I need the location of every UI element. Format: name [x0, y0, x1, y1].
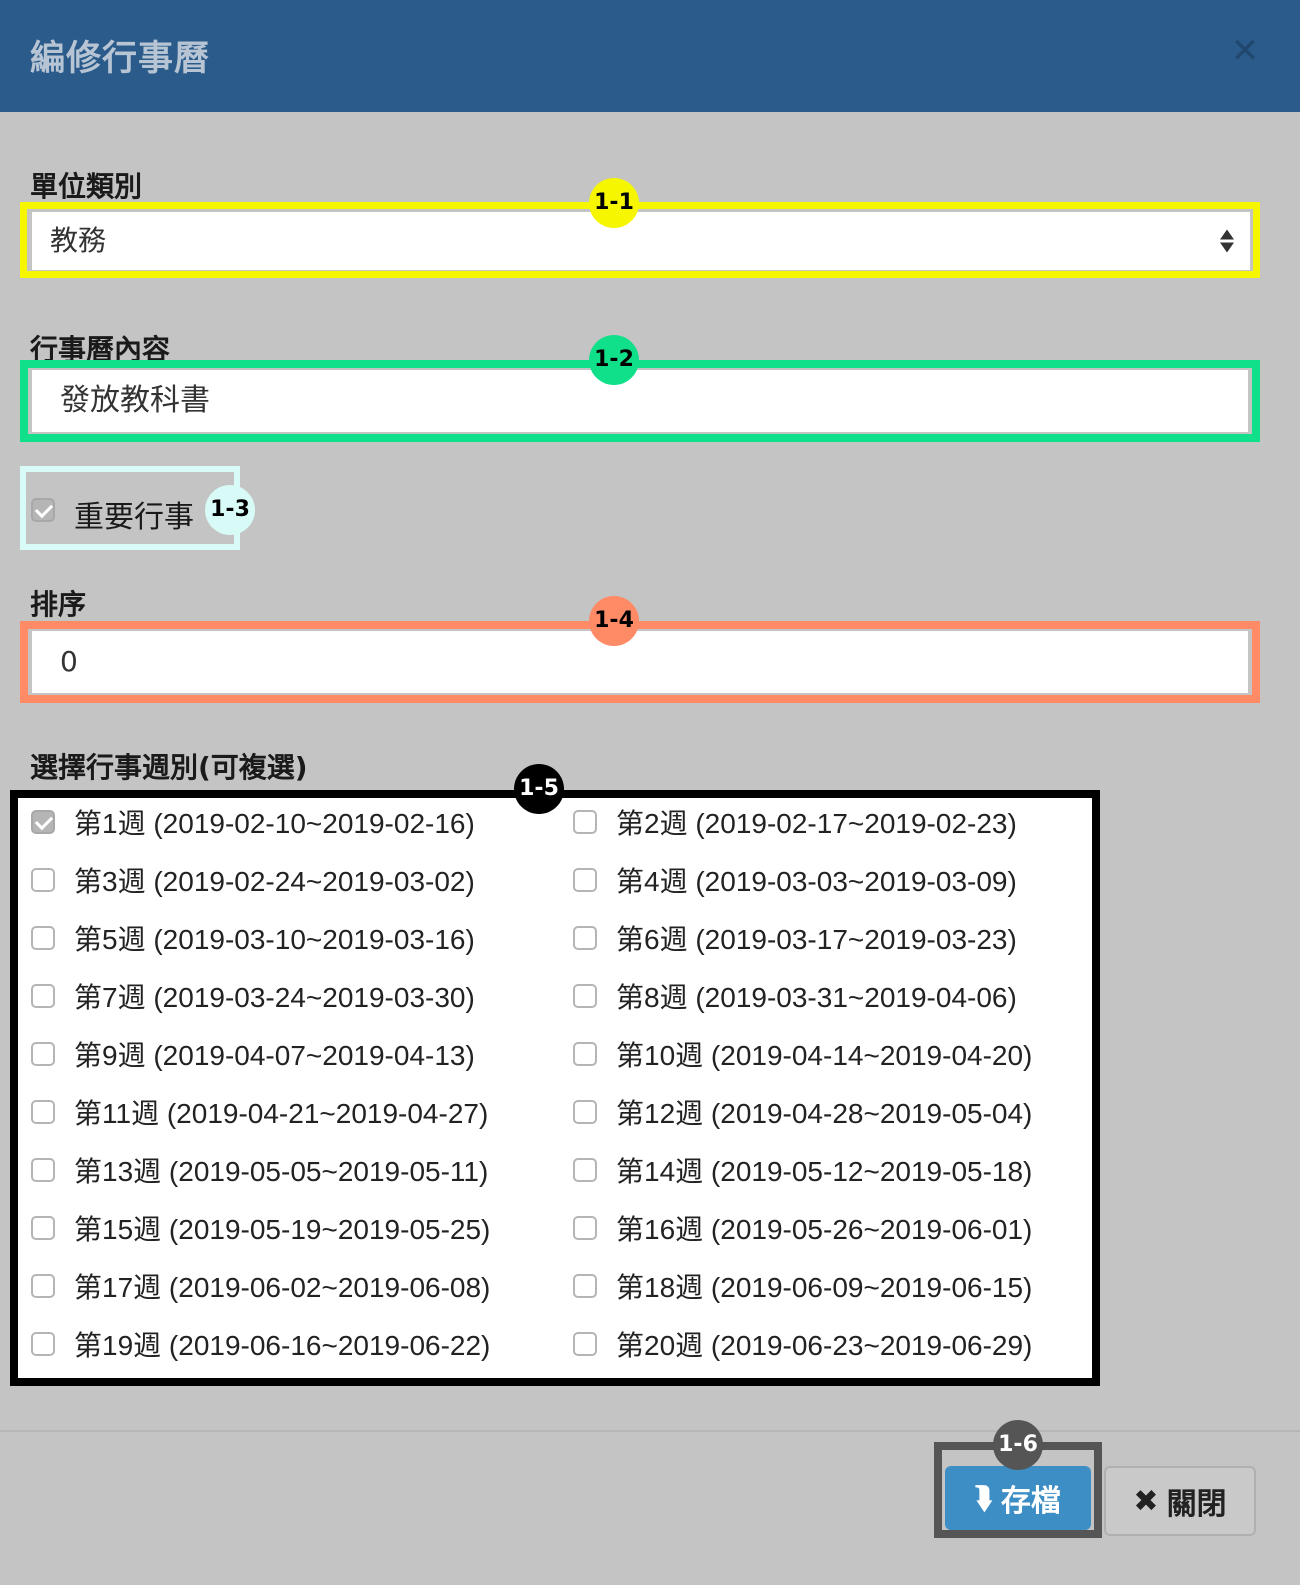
close-button[interactable]: ✖ 關閉: [1104, 1466, 1256, 1536]
annotation-badge-1-2: 1-2: [589, 335, 639, 385]
modal-header: 編修行事曆 ✕: [0, 0, 1300, 112]
week-checkbox[interactable]: [573, 1100, 597, 1124]
week-checkbox[interactable]: [573, 926, 597, 950]
important-label: 重要行事: [74, 500, 194, 535]
save-button[interactable]: ⮯ 存檔: [945, 1466, 1091, 1530]
week-label: 第20週 (2019-06-23~2019-06-29): [616, 1330, 1033, 1361]
close-icon[interactable]: ✕: [1230, 34, 1260, 68]
week-label: 第7週 (2019-03-24~2019-03-30): [74, 982, 475, 1013]
week-checkbox[interactable]: [31, 1216, 55, 1240]
week-label: 第10週 (2019-04-14~2019-04-20): [616, 1040, 1033, 1071]
annotation-badge-1-5: 1-5: [514, 764, 564, 814]
week-label: 第15週 (2019-05-19~2019-05-25): [74, 1214, 491, 1245]
week-label: 第18週 (2019-06-09~2019-06-15): [616, 1272, 1033, 1303]
week-checkbox[interactable]: [31, 1042, 55, 1066]
weeks-label: 選擇行事週別(可複選): [30, 751, 308, 784]
week-checkbox[interactable]: [573, 984, 597, 1008]
week-label: 第16週 (2019-05-26~2019-06-01): [616, 1214, 1033, 1245]
close-button-label: 關閉: [1166, 1487, 1227, 1522]
week-label: 第14週 (2019-05-12~2019-05-18): [616, 1156, 1033, 1187]
week-label: 第4週 (2019-03-03~2019-03-09): [616, 866, 1017, 897]
unit-select-value: 教務: [50, 224, 107, 257]
unit-select[interactable]: 教務: [32, 212, 1250, 270]
week-label: 第2週 (2019-02-17~2019-02-23): [616, 808, 1017, 839]
footer-divider: [0, 1430, 1300, 1432]
week-checkbox[interactable]: [31, 926, 55, 950]
important-checkbox[interactable]: [31, 498, 55, 522]
week-label: 第13週 (2019-05-05~2019-05-11): [74, 1156, 489, 1187]
unit-label: 單位類別: [30, 170, 143, 203]
week-checkbox[interactable]: [31, 1100, 55, 1124]
week-label: 第5週 (2019-03-10~2019-03-16): [74, 924, 475, 955]
week-label: 第1週 (2019-02-10~2019-02-16): [74, 808, 475, 839]
week-checkbox[interactable]: [31, 1332, 55, 1356]
week-checkbox[interactable]: [573, 1332, 597, 1356]
week-checkbox[interactable]: [573, 868, 597, 892]
week-checkbox[interactable]: [573, 1158, 597, 1182]
week-checkbox[interactable]: [573, 1216, 597, 1240]
content-input[interactable]: 發放教科書: [32, 370, 1248, 432]
close-icon: ✖: [1133, 1483, 1159, 1519]
modal-title: 編修行事曆: [30, 39, 211, 79]
week-label: 第9週 (2019-04-07~2019-04-13): [74, 1040, 475, 1071]
order-label: 排序: [30, 588, 87, 621]
week-label: 第3週 (2019-02-24~2019-03-02): [74, 866, 475, 897]
content-input-value: 發放教科書: [60, 383, 210, 418]
annotation-badge-1-4: 1-4: [589, 596, 639, 646]
order-input[interactable]: 0: [32, 631, 1248, 693]
week-label: 第11週 (2019-04-21~2019-04-27): [74, 1098, 489, 1129]
select-arrows-icon: [1220, 229, 1234, 253]
week-label: 第17週 (2019-06-02~2019-06-08): [74, 1272, 491, 1303]
week-checkbox[interactable]: [573, 810, 597, 834]
week-checkbox[interactable]: [31, 868, 55, 892]
week-label: 第12週 (2019-04-28~2019-05-04): [616, 1098, 1033, 1129]
annotation-badge-1-6: 1-6: [993, 1420, 1043, 1470]
week-checkbox[interactable]: [31, 984, 55, 1008]
week-label: 第8週 (2019-03-31~2019-04-06): [616, 982, 1017, 1013]
annotation-badge-1-1: 1-1: [589, 178, 639, 228]
save-button-label: 存檔: [1000, 1484, 1061, 1519]
week-checkbox[interactable]: [31, 1274, 55, 1298]
order-input-value: 0: [60, 645, 78, 678]
week-label: 第6週 (2019-03-17~2019-03-23): [616, 924, 1017, 955]
week-checkbox[interactable]: [31, 810, 55, 834]
week-label: 第19週 (2019-06-16~2019-06-22): [74, 1330, 491, 1361]
week-checkbox[interactable]: [31, 1158, 55, 1182]
week-checkbox[interactable]: [573, 1042, 597, 1066]
week-checkbox[interactable]: [573, 1274, 597, 1298]
annotation-badge-1-3: 1-3: [205, 485, 255, 535]
save-icon: ⮯: [975, 1480, 993, 1516]
